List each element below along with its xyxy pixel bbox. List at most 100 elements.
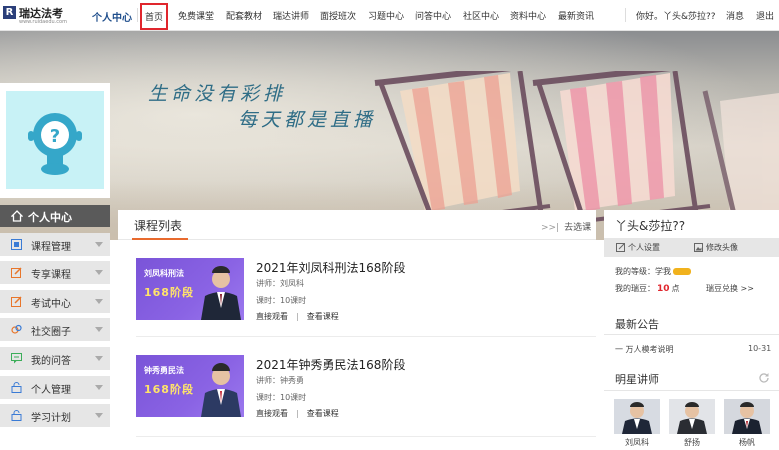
- refresh-icon[interactable]: [758, 372, 770, 384]
- thumbnail-title: 刘凤科刑法: [144, 269, 184, 278]
- personal-settings-button[interactable]: 个人设置: [616, 242, 660, 253]
- sidebar-item-social-circle[interactable]: 社交圈子: [0, 318, 110, 341]
- social-icon: [11, 324, 22, 334]
- nav-community[interactable]: 社区中心: [463, 9, 499, 22]
- user-greeting[interactable]: 你好。丫头&莎拉??: [636, 9, 716, 22]
- default-avatar-icon: ?: [28, 113, 82, 175]
- lock-icon: [11, 382, 22, 393]
- watch-now-link[interactable]: 直接观看: [256, 312, 288, 321]
- announcement-item[interactable]: 一 万人模考说明: [615, 344, 674, 355]
- redeem-beans-link[interactable]: 瑞豆兑换 >>: [706, 283, 754, 294]
- teacher-card[interactable]: 刘凤科: [614, 399, 660, 450]
- course-list-panel: 课程列表 >>| 去选课 刘凤科刑法 168阶段 2021年刘凤科刑法168阶段 …: [118, 210, 596, 450]
- sidebar-item-personal-management[interactable]: 个人管理: [0, 376, 110, 399]
- announcement-date: 10-31: [748, 344, 772, 353]
- course-divider: [136, 336, 596, 337]
- sidebar-item-study-plan[interactable]: 学习计划: [0, 404, 110, 427]
- chevron-down-icon: [95, 385, 103, 390]
- view-course-link[interactable]: 查看课程: [307, 409, 339, 418]
- logout-link[interactable]: 退出: [756, 9, 774, 22]
- home-icon: [11, 210, 23, 222]
- user-actions-bar: 个人设置 修改头像: [604, 238, 779, 257]
- sidebar-item-label: 课程管理: [31, 242, 71, 253]
- nav-news[interactable]: 最新资讯: [558, 9, 594, 22]
- chevron-down-icon: [95, 242, 103, 247]
- logo-url: www.ruidaedu.com: [19, 19, 67, 25]
- sidebar-item-exclusive-courses[interactable]: 专享课程: [0, 261, 110, 284]
- site-logo[interactable]: R 瑞达法考 www.ruidaedu.com: [3, 4, 75, 26]
- watch-now-link[interactable]: 直接观看: [256, 409, 288, 418]
- sidebar-item-label: 考试中心: [31, 299, 71, 310]
- nav-divider: [137, 8, 138, 22]
- teacher-photo: [724, 399, 770, 434]
- teacher-name: 刘凤科: [625, 438, 649, 447]
- view-course-link[interactable]: 查看课程: [307, 312, 339, 321]
- personal-settings-label: 个人设置: [628, 243, 660, 252]
- course-actions: 直接观看 | 查看课程: [256, 312, 339, 321]
- course-divider: [136, 436, 596, 437]
- messages-link[interactable]: 消息: [726, 9, 744, 22]
- teacher-card[interactable]: 杨帆: [724, 399, 770, 450]
- section-divider: [604, 334, 779, 335]
- level-badge-icon: [673, 268, 691, 275]
- chevron-down-icon: [95, 299, 103, 304]
- image-icon: [694, 243, 703, 252]
- nav-home[interactable]: 首页: [140, 3, 169, 30]
- nav-free-class[interactable]: 免费课堂: [178, 9, 214, 22]
- nav-qa-center[interactable]: 问答中心: [415, 9, 451, 22]
- course-list-header: 课程列表 >>| 去选课: [118, 210, 596, 240]
- user-beans: 我的瑞豆： 10 点: [615, 284, 680, 294]
- top-nav-bar: R 瑞达法考 www.ruidaedu.com 个人中心 首页 免费课堂 配套教…: [0, 0, 779, 31]
- course-actions: 直接观看 | 查看课程: [256, 409, 339, 418]
- sidebar-item-course-management[interactable]: 课程管理: [0, 233, 110, 256]
- level-value: 学我: [655, 267, 671, 276]
- course-list-title: 课程列表: [134, 219, 183, 233]
- user-level: 我的等级：学我: [615, 266, 691, 277]
- course-teacher: 讲师：刘凤科: [256, 279, 304, 288]
- banner-slogan-line2: 每天都是直播: [238, 109, 377, 131]
- nav-divider: [625, 8, 626, 22]
- announcement-title: 最新公告: [615, 318, 659, 331]
- profile-banner: 生命没有彩排 每天都是直播: [0, 31, 779, 240]
- change-avatar-button[interactable]: 修改头像: [694, 242, 738, 253]
- nav-resources[interactable]: 资料中心: [510, 9, 546, 22]
- nav-exercises[interactable]: 习题中心: [368, 9, 404, 22]
- thumbnail-subtitle: 168阶段: [144, 383, 194, 396]
- course-title[interactable]: 2021年钟秀勇民法168阶段: [256, 356, 405, 373]
- edit-icon: [616, 243, 625, 252]
- teacher-photo: [614, 399, 660, 434]
- change-avatar-label: 修改头像: [706, 243, 738, 252]
- user-info-panel: 丫头&莎拉?? 个人设置 修改头像 我的等级：学我 我的瑞豆： 10 点 瑞豆兑换 …: [604, 210, 779, 450]
- svg-text:?: ?: [50, 126, 60, 147]
- teacher-photo: [669, 399, 715, 434]
- chat-icon: [11, 353, 22, 364]
- course-thumbnail[interactable]: 刘凤科刑法 168阶段: [136, 258, 244, 320]
- course-title[interactable]: 2021年刘凤科刑法168阶段: [256, 259, 405, 276]
- course-card: 钟秀勇民法 168阶段 2021年钟秀勇民法168阶段 讲师：钟秀勇 课时：10…: [118, 355, 596, 447]
- teacher-name: 杨帆: [739, 438, 755, 447]
- select-course-link[interactable]: >>| 去选课: [541, 220, 591, 233]
- sidebar-title: 个人中心: [28, 211, 72, 224]
- course-teacher: 讲师：钟秀勇: [256, 376, 304, 385]
- beans-value: 10: [657, 284, 670, 294]
- logo-mark-icon: R: [3, 6, 16, 19]
- plan-icon: [11, 410, 22, 421]
- lecturer-photo: [201, 363, 241, 417]
- sidebar-item-exam-center[interactable]: 考试中心: [0, 290, 110, 313]
- nav-personal-center[interactable]: 个人中心: [92, 9, 132, 24]
- chevron-down-icon: [95, 413, 103, 418]
- sidebar-item-my-qa[interactable]: 我的问答: [0, 347, 110, 370]
- course-thumbnail[interactable]: 钟秀勇民法 168阶段: [136, 355, 244, 417]
- username: 丫头&莎拉??: [615, 219, 686, 233]
- sidebar-header[interactable]: 个人中心: [0, 205, 110, 227]
- teacher-card[interactable]: 舒扬: [669, 399, 715, 450]
- nav-lecturers[interactable]: 瑞达讲师: [273, 9, 309, 22]
- active-tab-underline: [132, 238, 188, 240]
- avatar[interactable]: ?: [6, 91, 104, 189]
- exam-icon: [11, 296, 22, 307]
- chevron-down-icon: [95, 270, 103, 275]
- course-hours: 课时：10课时: [256, 296, 307, 305]
- teacher-name: 舒扬: [684, 438, 700, 447]
- nav-textbooks[interactable]: 配套教材: [226, 9, 262, 22]
- nav-classes[interactable]: 面授班次: [320, 9, 356, 22]
